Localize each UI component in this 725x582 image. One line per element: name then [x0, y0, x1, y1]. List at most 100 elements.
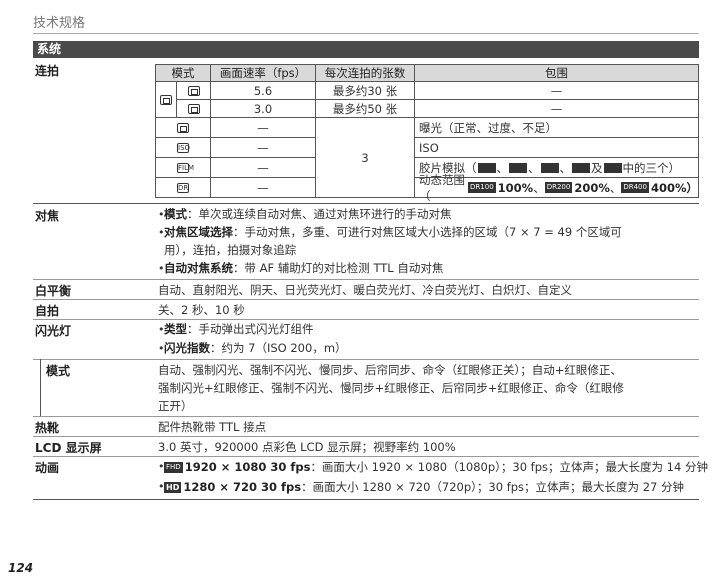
bracket-iso: ISO [414, 137, 699, 158]
hd-key: 1280 × 720 30 fps [183, 480, 302, 494]
flash-type-key: 类型 [164, 322, 187, 336]
dr-bracket-mode-cell: DR [155, 177, 211, 198]
row-divider [33, 319, 699, 320]
film-sepia-icon [603, 162, 622, 173]
dr100-icon: DR100 [468, 182, 496, 193]
section-title: 系统 [33, 41, 699, 58]
focus-area: 对焦区域选择：手动对焦，多重、可进行对焦区域大小选择的区域（7 × 7 = 49… [164, 224, 622, 240]
flash-type: 类型：手动弹出式闪光灯组件 [164, 321, 314, 337]
focus-label: 对焦 [35, 209, 60, 223]
film-astia-icon [540, 162, 559, 173]
af-system-key: 自动对焦系统 [164, 261, 233, 275]
bracket-shots-cell: 3 [315, 117, 415, 198]
flash-label: 闪光灯 [35, 324, 72, 338]
film-mono-icon [572, 162, 590, 173]
white-balance-label: 白平衡 [35, 284, 72, 298]
fps-cell: 5.6 [210, 81, 316, 100]
row-divider [33, 416, 699, 417]
flash-mode-line1: 自动、强制闪光、强制不闪光、慢同步、后帘同步、命令（红眼修正关）；自动+红眼修正… [158, 363, 622, 377]
ae-bracket-mode-cell [155, 117, 211, 138]
bracket-dr: 动态范围（ DR100 100%、 DR200 200%、 DR400 400%） [414, 173, 699, 203]
col-fps: 画面速率（fps） [210, 64, 316, 82]
burst-high-icon [187, 85, 200, 96]
col-shots: 每次连拍的张数 [315, 64, 415, 82]
fhd-key: 1920 × 1080 30 fps [184, 460, 311, 474]
flash-type-value: ：手动弹出式闪光灯组件 [187, 322, 314, 336]
af-system: 自动对焦系统：带 AF 辅助灯的对比检测 TTL 自动对焦 [164, 260, 443, 276]
focus-mode-value: ：单次或连续自动对焦、通过对焦环进行的手动对焦 [187, 207, 452, 221]
film-velvia-icon [509, 162, 527, 173]
hot-shoe-value: 配件热靴带 TTL 接点 [158, 420, 267, 434]
fps-cell: — [210, 177, 316, 198]
film-bracket-mode-cell: FILM [155, 157, 211, 178]
flash-mode-line2: 强制闪光+红眼修正、强制不闪光、慢同步+红眼修正、后帘同步+红眼修正、命令（红眼… [158, 381, 624, 395]
page-header: 技术规格 [33, 16, 86, 31]
movie-label: 动画 [35, 461, 60, 475]
fps-cell: 3.0 [210, 99, 316, 118]
dr200-icon: DR200 [544, 182, 573, 193]
dr-prefix: 动态范围（ [419, 172, 465, 203]
page-number: 124 [8, 561, 34, 575]
self-timer-label: 自拍 [35, 304, 60, 318]
film-suffix: 中的三个） [622, 160, 681, 175]
flash-gn-value: ：约为 7（ISO 200，m） [210, 341, 347, 355]
flash-mode-line3: 正开） [158, 399, 193, 413]
header-divider [33, 33, 699, 34]
lcd-label: LCD 显示屏 [35, 441, 102, 455]
dr-400: 400%） [650, 180, 698, 195]
film-provia-icon [477, 162, 496, 173]
separator: 、 [528, 160, 540, 175]
dr400-icon: DR400 [621, 182, 649, 193]
burst-table: 模式 画面速率（fps） 每次连拍的张数 包围 5.6 最多约30 张 — 3.… [155, 64, 699, 203]
ae-bracketing-icon [177, 122, 189, 133]
movie-hd: HD 1280 × 720 30 fps：画面大小 1280 × 720（720p… [164, 479, 684, 495]
separator: 、 [496, 160, 509, 175]
hd-icon: HD [164, 482, 182, 493]
focus-mode: 模式：单次或连续自动对焦、通过对焦环进行的手动对焦 [164, 206, 452, 222]
burst-mode-cell [155, 81, 177, 118]
hd-value: ：画面大小 1280 × 720（720p）；30 fps；立体声；最大长度为 … [301, 480, 684, 494]
focus-area-cont: 用），连拍，拍摄对象追踪 [164, 243, 297, 257]
col-bracket: 包围 [414, 64, 699, 82]
fps-cell: — [210, 137, 316, 158]
bracket-cell: — [414, 81, 699, 100]
burst-label: 连拍 [35, 64, 60, 78]
focus-area-key: 对焦区域选择 [164, 225, 233, 239]
dr-200: 200% [574, 180, 610, 195]
fhd-icon: FHD [164, 462, 183, 473]
shots-cell: 最多约50 张 [315, 99, 415, 118]
flash-gn: 闪光指数：约为 7（ISO 200，m） [164, 340, 347, 356]
separator: 、 [533, 180, 545, 195]
dr-100: 100% [497, 180, 534, 195]
film-and: 及 [591, 160, 603, 175]
fps-cell: — [210, 157, 316, 178]
movie-fhd: FHD 1920 × 1080 30 fps：画面大小 1920 × 1080（1… [164, 459, 708, 475]
focus-area-value: ：手动对焦，多重、可进行对焦区域大小选择的区域（7 × 7 = 49 个区域可 [233, 225, 622, 239]
fps-cell: — [210, 117, 316, 138]
self-timer-value: 关、2 秒、10 秒 [158, 303, 245, 317]
af-system-value: ：带 AF 辅助灯的对比检测 TTL 自动对焦 [233, 261, 444, 275]
separator: 、 [559, 160, 572, 175]
row-divider [33, 279, 699, 280]
iso-bracket-mode-cell: ISO [155, 137, 211, 158]
flash-mode-label: 模式 [46, 364, 71, 378]
col-mode: 模式 [155, 64, 211, 82]
hot-shoe-label: 热靴 [35, 421, 60, 435]
burst-low-icon [187, 103, 200, 114]
dynamic-range-bracketing-icon: DR [177, 182, 189, 193]
flash-mode-indent [40, 359, 41, 416]
burst-high-cell [176, 81, 211, 100]
separator: 、 [609, 180, 622, 195]
film-simulation-bracketing-icon: FILM [177, 162, 195, 173]
white-balance-value: 自动、直射阳光、阴天、日光荧光灯、暖白荧光灯、冷白荧光灯、白炽灯、自定义 [158, 283, 572, 297]
row-divider [33, 299, 699, 300]
row-divider [33, 203, 699, 204]
bracket-ae: 曝光（正常、过度、不足） [414, 117, 699, 138]
row-divider [33, 436, 699, 437]
iso-bracketing-icon: ISO [177, 142, 191, 153]
continuous-shooting-icon [160, 94, 172, 105]
flash-gn-key: 闪光指数 [164, 341, 210, 355]
burst-low-cell [176, 99, 211, 118]
row-divider [33, 499, 699, 500]
row-divider [33, 456, 699, 457]
